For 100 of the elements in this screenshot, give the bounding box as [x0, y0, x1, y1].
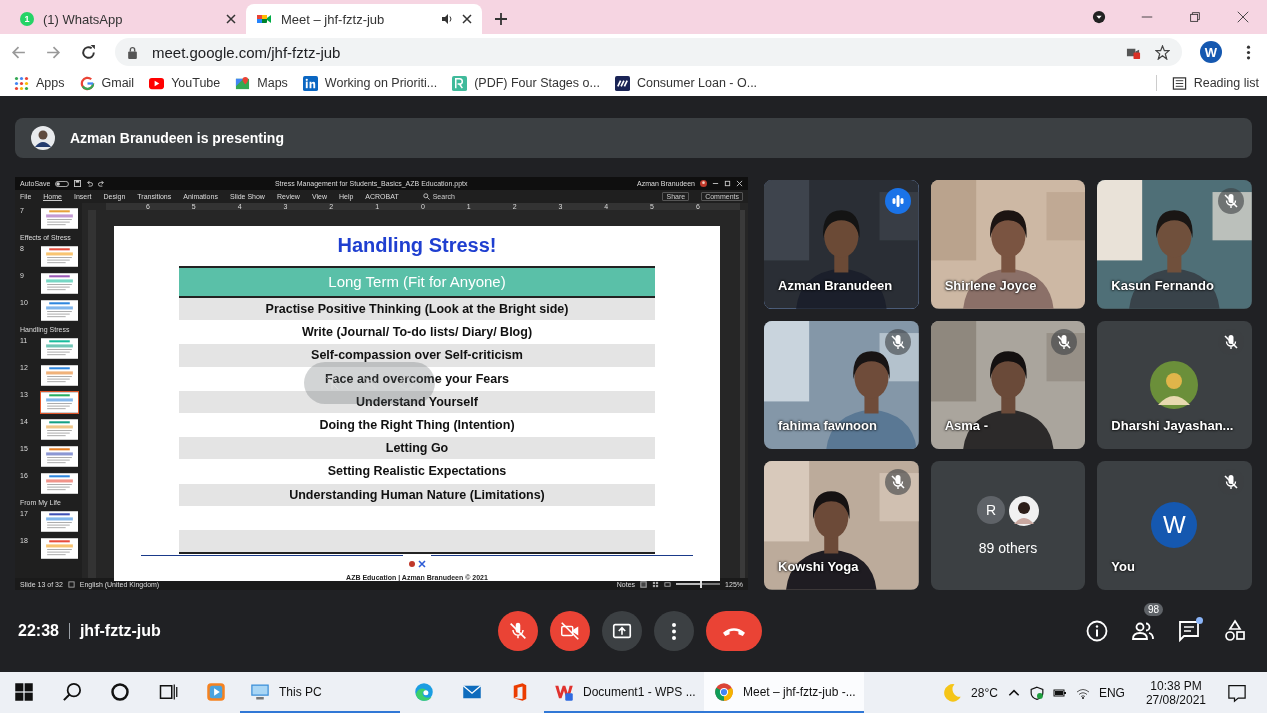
- slider-thumb[interactable]: [700, 580, 703, 588]
- bookmark-link[interactable]: YouTube: [149, 75, 221, 91]
- slide-thumbnail[interactable]: [40, 391, 79, 414]
- restore-icon[interactable]: [724, 180, 731, 187]
- tab-search-icon[interactable]: [1092, 10, 1106, 24]
- redo-icon[interactable]: [98, 180, 106, 187]
- slide-thumbnail[interactable]: [40, 245, 79, 268]
- participant-count: 89 others: [978, 539, 1038, 556]
- table-cell: Self-compassion over Self-criticism: [179, 344, 655, 368]
- notification-badge: 1: [20, 12, 34, 26]
- more-options-button[interactable]: [654, 611, 694, 651]
- reading-list-icon: [1171, 75, 1187, 91]
- slide-thumbnail[interactable]: [40, 445, 79, 468]
- participant-tile[interactable]: Dharshi Jayashan...: [1097, 320, 1252, 450]
- microphone-icon: [507, 620, 529, 642]
- bookmark-link[interactable]: Maps: [235, 75, 288, 91]
- clock-date[interactable]: 27/08/2021: [1145, 692, 1206, 707]
- bookmark-link[interactable]: (PDF) Four Stages o...: [452, 75, 600, 91]
- meeting-code: jhf-fztz-jub: [79, 622, 161, 640]
- browser-tab[interactable]: Meet – jhf-fztz-jub: [246, 4, 482, 34]
- presenting-text: Azman Branudeen is presenting: [70, 130, 284, 146]
- participant-name: Dharshi Jayashan...: [1111, 418, 1234, 434]
- linkedin-icon: [302, 75, 318, 91]
- avatar-icon: [31, 126, 55, 150]
- camera-icon: [559, 620, 581, 642]
- speaking-indicator-icon: [884, 188, 911, 214]
- slide-thumbnail[interactable]: [40, 472, 79, 495]
- avatar-initial: W: [1151, 502, 1198, 549]
- meeting-time: 22:38: [18, 622, 59, 640]
- lock-icon: [127, 45, 138, 59]
- participant-tile[interactable]: fahima fawnoon: [764, 320, 919, 450]
- bookmark-link[interactable]: Consumer Loan - O...: [614, 75, 758, 91]
- profile-avatar[interactable]: W: [1200, 41, 1222, 63]
- normal-view-icon[interactable]: [640, 580, 648, 588]
- slide-thumbnail[interactable]: [40, 510, 79, 533]
- url-text: meet.google.com/jhf-fztz-jub: [152, 43, 341, 61]
- language-indicator[interactable]: ENG: [1098, 685, 1125, 700]
- table-cell: Letting Go: [179, 437, 655, 461]
- new-tab-icon[interactable]: [494, 12, 508, 26]
- toggle-switch[interactable]: [55, 180, 70, 187]
- minimize-icon[interactable]: [712, 180, 719, 187]
- chrome-icon: [714, 681, 734, 702]
- close-icon[interactable]: [1236, 10, 1250, 24]
- taskbar-app[interactable]: This PC: [240, 672, 400, 713]
- weather-text[interactable]: 28°C: [971, 685, 998, 700]
- slide-thumbnail[interactable]: [40, 207, 79, 230]
- star-icon[interactable]: [1155, 44, 1170, 60]
- more-icon: [672, 622, 676, 640]
- close-icon[interactable]: [462, 14, 472, 24]
- end-call-button[interactable]: [706, 611, 762, 651]
- table-cell: Understanding Human Nature (Limitations): [179, 483, 655, 507]
- taskbar-app[interactable]: Meet – jhf-fztz-jub -...: [704, 672, 864, 713]
- reading-list-button[interactable]: Reading list: [1171, 75, 1259, 91]
- bookmark-link[interactable]: Gmail: [79, 75, 135, 91]
- participant-tile[interactable]: R 89 others: [930, 461, 1086, 590]
- slide-thumbnail[interactable]: [40, 337, 79, 360]
- google-icon: [79, 75, 95, 91]
- notification-icon[interactable]: [1227, 682, 1247, 703]
- speaker-icon[interactable]: [441, 13, 453, 25]
- logo-icon: [407, 560, 427, 569]
- slide-thumbnail[interactable]: [40, 537, 79, 560]
- close-icon[interactable]: [226, 14, 236, 24]
- bookmark-link[interactable]: Working on Prioriti...: [302, 75, 438, 91]
- avatar-icon: [1009, 495, 1039, 526]
- slide-thumbnail[interactable]: [40, 299, 79, 322]
- play-icon: [149, 75, 165, 91]
- participant-tile[interactable]: Kasun Fernando: [1097, 180, 1252, 309]
- participant-name: Azman Branudeen: [778, 277, 893, 293]
- participant-badge: 98: [1143, 603, 1163, 616]
- table-header: Long Term (Fit for Anyone): [179, 268, 655, 298]
- microphone-button[interactable]: [498, 611, 538, 651]
- undo-icon[interactable]: [86, 180, 94, 187]
- phone-icon: [723, 626, 745, 636]
- map-pin-icon: [235, 75, 251, 91]
- document-icon: [452, 75, 468, 91]
- search-icon: [422, 193, 430, 200]
- clock-time[interactable]: 10:38 PM: [1150, 678, 1202, 693]
- avatar-icon: [1150, 360, 1199, 409]
- present-button[interactable]: [602, 611, 642, 651]
- participant-name: Kasun Fernando: [1111, 277, 1214, 293]
- avatar-initial: R: [977, 495, 1005, 524]
- slide-title: Handling Stress!: [337, 234, 497, 257]
- save-icon[interactable]: [74, 180, 82, 187]
- restore-icon[interactable]: [1188, 10, 1202, 24]
- bookmark-link[interactable]: Apps: [14, 75, 65, 91]
- accessibility-icon[interactable]: [67, 580, 75, 588]
- camera-button[interactable]: [550, 611, 590, 651]
- reload-icon[interactable]: [80, 43, 97, 61]
- slide-thumbnail[interactable]: [40, 418, 79, 441]
- browser-tab[interactable]: 1 (1) WhatsApp: [10, 4, 246, 34]
- shield-icon[interactable]: [1029, 685, 1044, 700]
- participant-name: fahima fawnoon: [778, 418, 877, 434]
- reading-view-icon[interactable]: [664, 580, 672, 588]
- apps-grid-icon: [14, 75, 29, 91]
- slide-thumbnail[interactable]: [40, 272, 79, 295]
- participant-tile[interactable]: Azman Branudeen: [764, 180, 919, 309]
- slide-thumbnail[interactable]: [40, 364, 79, 387]
- participant-tile[interactable]: W You: [1097, 461, 1252, 590]
- sorter-view-icon[interactable]: [652, 580, 660, 588]
- address-field[interactable]: meet.google.com/jhf-fztz-jub: [115, 38, 1182, 66]
